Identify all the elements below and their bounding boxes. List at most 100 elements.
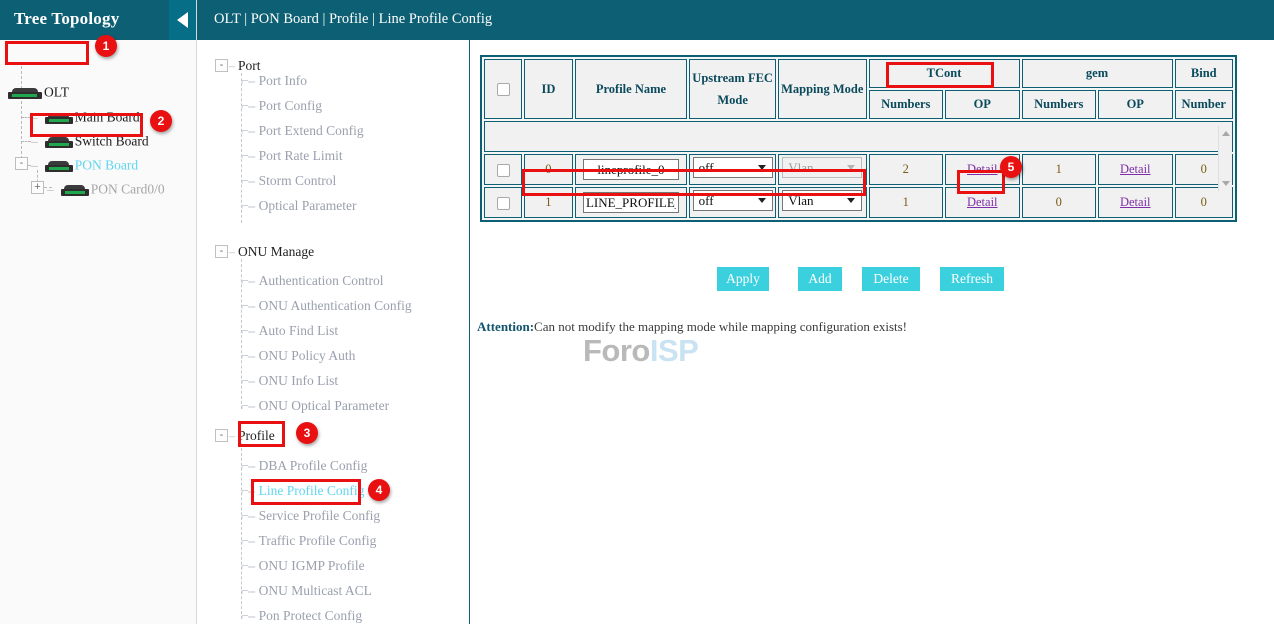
tree-connector xyxy=(21,117,31,118)
sidebar-collapse-button[interactable] xyxy=(169,0,196,40)
nav-item-auto-find-list[interactable]: ⌐--Auto Find List xyxy=(241,323,338,339)
nav-item-traffic-profile-config[interactable]: ⌐--Traffic Profile Config xyxy=(241,533,376,549)
nav-item-pon-protect-config[interactable]: ⌐--Pon Protect Config xyxy=(241,608,362,624)
nav-item-label: DBA Profile Config xyxy=(259,458,368,473)
header-upstream-fec-line1: Upstream FEC xyxy=(690,71,775,86)
profile-name-input[interactable] xyxy=(583,159,679,180)
tcont-detail-link[interactable]: Detail xyxy=(967,195,998,209)
nav-group-profile[interactable]: -–Profile xyxy=(215,427,275,444)
mapping-mode-select[interactable]: Vlan xyxy=(782,190,862,211)
tree-topology-title: Tree Topology xyxy=(14,9,119,29)
profile-name-input[interactable] xyxy=(583,192,679,213)
nav-tick-icon: ⌐-- xyxy=(241,98,255,113)
nav-item-label: ONU IGMP Profile xyxy=(259,558,365,573)
tree-dash: – xyxy=(31,133,38,148)
tree-node-switch-board[interactable]: – Switch Board xyxy=(31,132,149,154)
row-checkbox[interactable] xyxy=(497,197,510,210)
tree-dash: – xyxy=(31,109,38,124)
nav-tick-icon: ⌐-- xyxy=(241,483,255,498)
header-group-bind: Bind xyxy=(1175,59,1233,88)
add-button[interactable]: Add xyxy=(798,267,842,291)
nav-item-service-profile-config[interactable]: ⌐--Service Profile Config xyxy=(241,508,380,524)
nav-group-label: Port xyxy=(238,58,261,73)
nav-toggle-profile[interactable]: - xyxy=(215,429,228,442)
tcont-detail-link[interactable]: Detail xyxy=(967,162,998,176)
nav-item-label: Authentication Control xyxy=(259,273,384,288)
nav-group-label: Profile xyxy=(238,428,275,443)
nav-item-label: Port Rate Limit xyxy=(259,148,343,163)
nav-item-label: Line Profile Config xyxy=(259,483,365,498)
nav-item-port-rate-limit[interactable]: ⌐--Port Rate Limit xyxy=(241,148,343,164)
nav-item-onu-optical-parameter[interactable]: ⌐--ONU Optical Parameter xyxy=(241,398,389,414)
table-scrollbar[interactable] xyxy=(1218,126,1232,191)
tree-topology-panel: Tree Topology OLT – xyxy=(0,0,197,624)
row-checkbox-cell xyxy=(484,187,522,218)
nav-item-authentication-control[interactable]: ⌐-- Authentication Control xyxy=(241,273,383,289)
upstream-fec-mode-select[interactable]: off xyxy=(693,157,773,178)
nav-item-onu-multicast-acl[interactable]: ⌐--ONU Multicast ACL xyxy=(241,583,372,599)
nav-toggle-port[interactable]: - xyxy=(215,59,228,72)
nav-item-onu-policy-auth[interactable]: ⌐--ONU Policy Auth xyxy=(241,348,355,364)
header-id: ID xyxy=(524,59,572,119)
delete-button[interactable]: Delete xyxy=(862,267,920,291)
header-profile-name: Profile Name xyxy=(575,59,688,119)
tree-node-pon-board[interactable]: – PON Board xyxy=(31,156,138,178)
upstream-fec-mode-value: off xyxy=(699,160,714,176)
tree-toggle-pon-card[interactable]: + xyxy=(31,181,44,194)
nav-tick-icon: ⌐-- xyxy=(241,73,255,88)
nav-item-onu-igmp-profile[interactable]: ⌐--ONU IGMP Profile xyxy=(241,558,365,574)
tree-dash: – xyxy=(31,157,38,172)
scroll-up-arrow-icon[interactable] xyxy=(1222,131,1230,136)
cell-gem-op: Detail xyxy=(1098,187,1173,218)
refresh-button[interactable]: Refresh xyxy=(940,267,1004,291)
nav-item-port-extend-config[interactable]: ⌐--Port Extend Config xyxy=(241,123,364,139)
nav-item-dba-profile-config[interactable]: ⌐--DBA Profile Config xyxy=(241,458,367,474)
tree-node-main-board[interactable]: – Main Board xyxy=(31,108,140,130)
nav-item-optical-parameter[interactable]: ⌐--Optical Parameter xyxy=(241,198,356,214)
table-header-row-1: ID Profile Name Upstream FEC Mode Mappin… xyxy=(484,59,1233,88)
nav-item-onu-info-list[interactable]: ⌐--ONU Info List xyxy=(241,373,338,389)
table-body: 0 off Vlan xyxy=(484,121,1233,218)
nav-item-line-profile-config[interactable]: ⌐-- Line Profile Config xyxy=(241,483,364,499)
gem-detail-link[interactable]: Detail xyxy=(1120,162,1151,176)
chevron-down-icon xyxy=(847,165,855,170)
nav-item-onu-authentication-config[interactable]: ⌐--ONU Authentication Config xyxy=(241,298,412,314)
nav-tick-icon: ⌐-- xyxy=(241,298,255,313)
row-checkbox[interactable] xyxy=(497,164,510,177)
nav-item-port-info[interactable]: ⌐--Port Info xyxy=(241,73,307,89)
nav-group-port[interactable]: -–Port xyxy=(215,57,261,74)
device-icon xyxy=(45,159,73,172)
breadcrumb-bar: OLT | PON Board | Profile | Line Profile… xyxy=(197,0,1274,40)
cell-upstream-fec-mode: off xyxy=(689,154,776,185)
nav-toggle-onu-manage[interactable]: - xyxy=(215,245,228,258)
nav-tick-icon: ⌐-- xyxy=(241,323,255,338)
header-tcont-op: OP xyxy=(945,90,1020,119)
application-window: Tree Topology OLT – xyxy=(0,0,1274,624)
nav-item-port-config[interactable]: ⌐--Port Config xyxy=(241,98,322,114)
select-all-checkbox[interactable] xyxy=(497,83,510,96)
tree-toggle-pon-board[interactable]: - xyxy=(15,157,28,170)
apply-button[interactable]: Apply xyxy=(717,267,769,291)
nav-group-onu-manage[interactable]: -–ONU Manage xyxy=(215,243,314,260)
scroll-down-arrow-icon[interactable] xyxy=(1222,181,1230,186)
row-checkbox-cell xyxy=(484,154,522,185)
header-gem-numbers: Numbers xyxy=(1022,90,1097,119)
cell-tcont-op: Detail xyxy=(945,154,1020,185)
nav-tick-icon: ⌐-- xyxy=(241,348,255,363)
cell-profile-name xyxy=(575,154,688,185)
chevron-down-icon xyxy=(758,165,766,170)
nav-tick-icon: ⌐-- xyxy=(241,533,255,548)
line-profile-table: ID Profile Name Upstream FEC Mode Mappin… xyxy=(482,57,1235,220)
nav-tick-icon: ⌐-- xyxy=(241,273,255,288)
nav-item-storm-control[interactable]: ⌐--Storm Control xyxy=(241,173,336,189)
device-icon xyxy=(8,86,42,99)
chevron-down-icon xyxy=(847,198,855,203)
upstream-fec-mode-select[interactable]: off xyxy=(693,190,773,211)
tree-node-olt[interactable]: OLT xyxy=(8,83,69,105)
header-group-gem: gem xyxy=(1022,59,1173,88)
gem-detail-link[interactable]: Detail xyxy=(1120,195,1151,209)
nav-item-label: ONU Optical Parameter xyxy=(259,398,389,413)
tree-node-label: PON Card0/0 xyxy=(91,181,165,196)
mapping-mode-value: Vlan xyxy=(788,160,813,176)
tree-node-pon-card[interactable]: – PON Card0/0 xyxy=(47,180,165,202)
